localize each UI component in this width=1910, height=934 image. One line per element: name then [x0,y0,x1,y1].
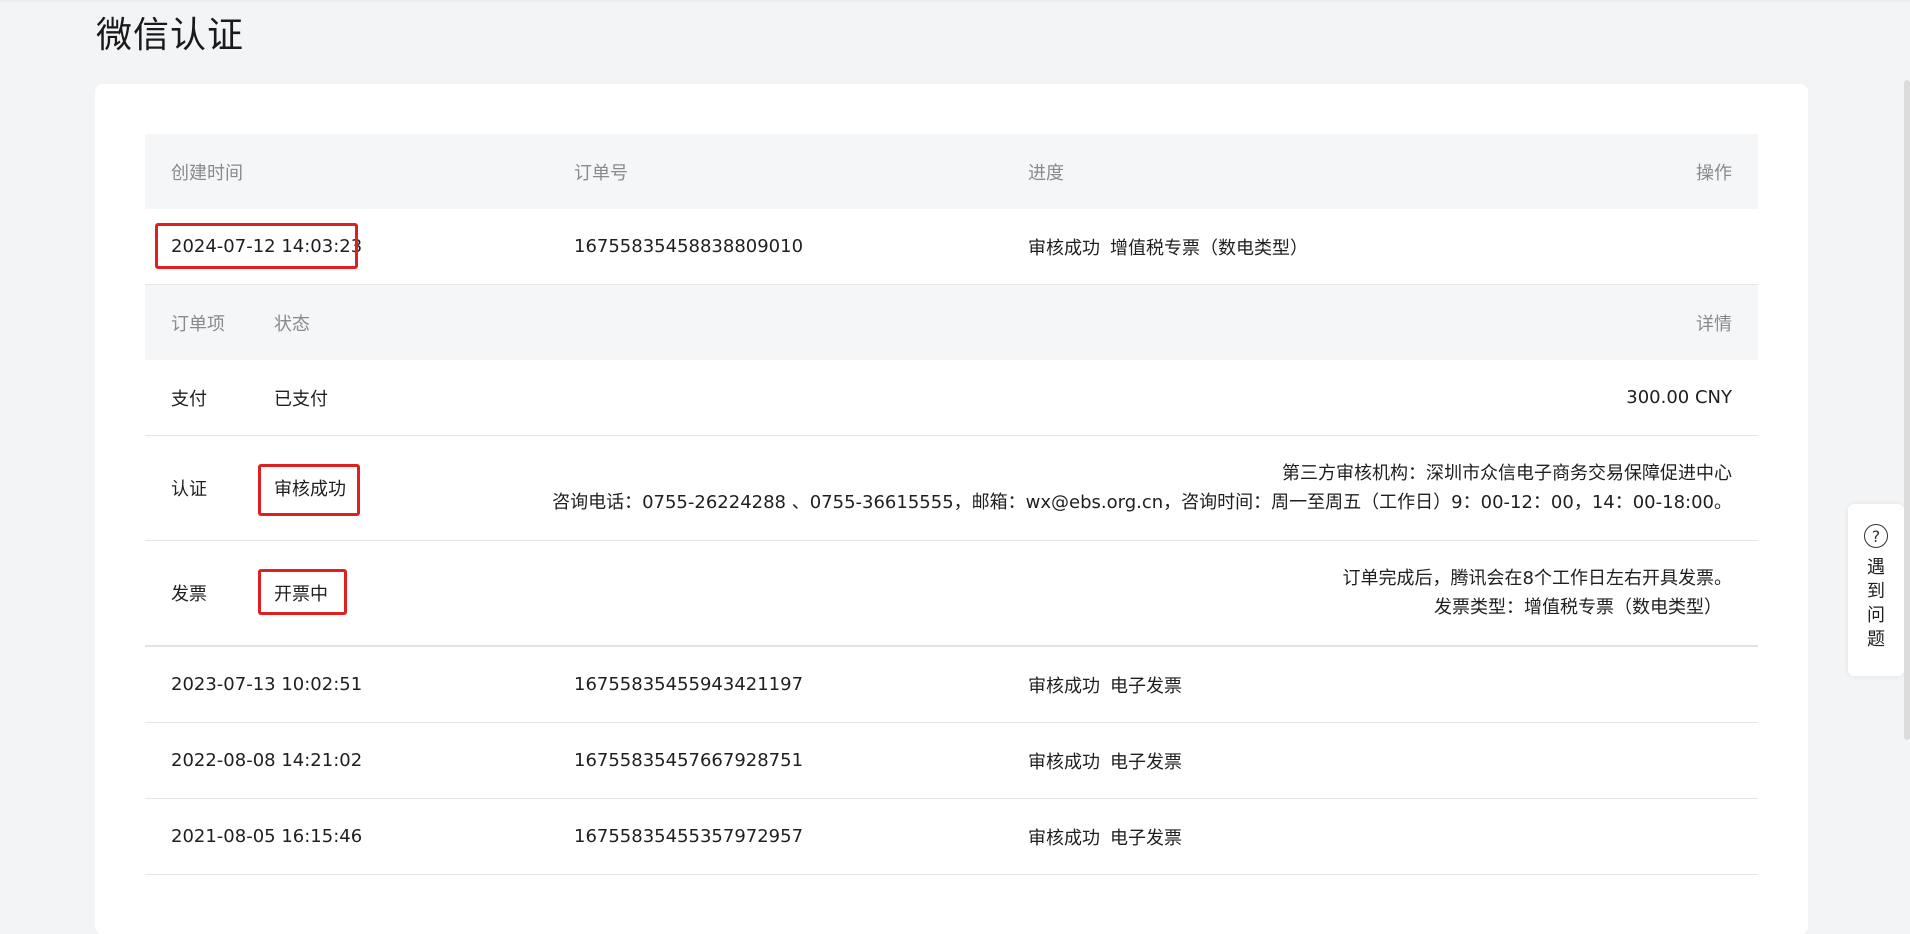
header-action: 操作 [1696,162,1732,184]
orders-card: 创建时间 订单号 进度 操作 2024-07-12 14:03:23 16755… [95,84,1808,934]
subheader-item: 订单项 [171,313,225,335]
page-title: 微信认证 [96,15,245,56]
subheader-details: 详情 [1696,313,1732,335]
order-created: 2022-08-08 14:21:02 [171,750,363,771]
sub-row-invoice: 发票 开票中 订单完成后，腾讯会在8个工作日左右开具发票。 发票类型：增值税专票… [145,541,1758,647]
order-number: 16755835458838809010 [574,236,804,257]
order-number: 16755835455357972957 [574,826,804,847]
sub-item-details: 第三方审核机构：深圳市众信电子商务交易保障促进中心 咨询电话：0755-2622… [552,436,1732,540]
order-progress: 审核成功 电子发票 [1028,799,1182,874]
detail-line: 咨询电话：0755-26224288 、0755-36615555，邮箱：wx@… [552,492,1732,513]
table-row[interactable]: 2024-07-12 14:03:23 16755835458838809010… [145,209,1758,285]
orders-table: 创建时间 订单号 进度 操作 2024-07-12 14:03:23 16755… [145,134,1758,875]
header-created: 创建时间 [171,162,243,184]
sub-row-verification: 认证 审核成功 第三方审核机构：深圳市众信电子商务交易保障促进中心 咨询电话：0… [145,436,1758,541]
table-row[interactable]: 2023-07-13 10:02:51 16755835455943421197… [145,647,1758,723]
highlight-box [258,569,347,615]
top-border [0,0,1910,2]
order-created: 2021-08-05 16:15:46 [171,826,363,847]
sub-item-label: 支付 [171,388,207,410]
progress-type: 增值税专票（数电类型） [1110,237,1308,259]
sub-item-status: 已支付 [274,388,328,410]
progress-status: 审核成功 [1028,237,1100,259]
question-circle-icon: ? [1864,524,1888,548]
detail-line: 第三方审核机构：深圳市众信电子商务交易保障促进中心 [1282,463,1732,484]
sub-table-header: 订单项 状态 详情 [145,285,1758,360]
order-progress: 审核成功 电子发票 [1028,723,1182,798]
table-row[interactable]: 2021-08-05 16:15:46 16755835455357972957… [145,799,1758,875]
table-row[interactable]: 2022-08-08 14:21:02 16755835457667928751… [145,723,1758,799]
sub-item-label: 认证 [171,479,207,500]
order-progress: 审核成功 电子发票 [1028,647,1182,722]
highlight-box [155,223,358,269]
sub-item-details: 订单完成后，腾讯会在8个工作日左右开具发票。 发票类型：增值税专票（数电类型） [1343,541,1732,645]
subheader-status: 状态 [274,313,310,335]
sub-item-details: 300.00 CNY [1626,387,1732,408]
order-progress: 审核成功 增值税专票（数电类型） [1028,209,1308,284]
order-created: 2023-07-13 10:02:51 [171,674,363,695]
order-number: 16755835457667928751 [574,750,804,771]
progress-type: 电子发票 [1110,751,1182,773]
progress-status: 审核成功 [1028,827,1100,849]
progress-status: 审核成功 [1028,675,1100,697]
progress-type: 电子发票 [1110,827,1182,849]
scrollbar[interactable] [1904,80,1910,740]
sub-item-label: 发票 [171,584,207,605]
header-order-no: 订单号 [574,162,628,184]
detail-line: 订单完成后，腾讯会在8个工作日左右开具发票。 [1342,568,1732,589]
help-button[interactable]: ? 遇到问题 [1848,504,1904,676]
progress-status: 审核成功 [1028,751,1100,773]
header-progress: 进度 [1028,162,1064,184]
order-number: 16755835455943421197 [574,674,804,695]
highlight-box [258,464,360,516]
detail-line: 发票类型：增值税专票（数电类型） [1434,597,1722,618]
table-header: 创建时间 订单号 进度 操作 [145,134,1758,209]
help-label: 遇到问题 [1867,557,1885,650]
sub-row-payment: 支付 已支付 300.00 CNY [145,360,1758,436]
progress-type: 电子发票 [1110,675,1182,697]
